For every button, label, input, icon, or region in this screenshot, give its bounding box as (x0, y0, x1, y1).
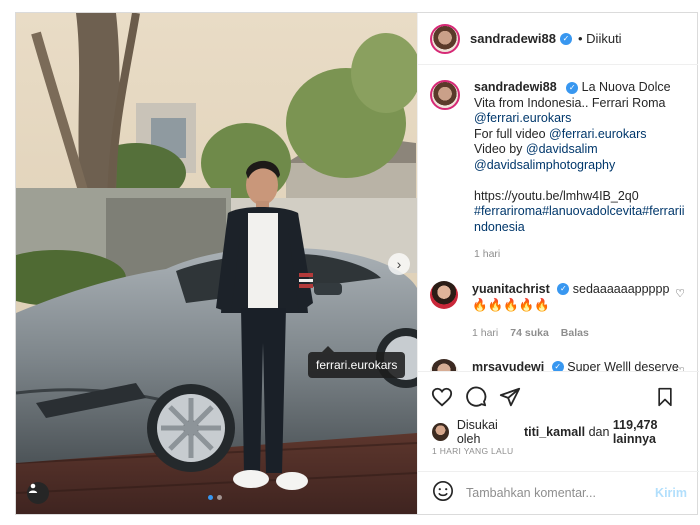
caption-url[interactable]: https://youtu.be/lmhw4IB_2q0 (474, 189, 639, 203)
post-modal: ferrari.eurokars › sandradewi88 ✓ • Diik… (15, 12, 699, 515)
comment-heart-icon[interactable]: ♡ (675, 287, 685, 300)
comment-username[interactable]: yuanitachrist (472, 282, 550, 296)
carousel-dots (208, 495, 222, 500)
caption-hashtags[interactable]: #ferrariroma#lanuovadolcevita#ferrariind… (474, 204, 685, 234)
photo-illustration (16, 13, 417, 514)
comment-icon[interactable] (464, 385, 488, 409)
verified-badge-icon: ✓ (566, 81, 579, 94)
comment-item: mrsayudewi ✓ Super Welll deserve ♡ (430, 358, 687, 372)
carousel-dot-active (208, 495, 213, 500)
follow-status[interactable]: • Diikuti (578, 31, 622, 46)
comment-emojis: 🔥🔥🔥🔥🔥 (472, 297, 550, 312)
comment-body: yuanitachrist ✓ sedaaaaaappppp 🔥🔥🔥🔥🔥 1 h… (472, 281, 682, 341)
post-author-username[interactable]: sandradewi88 (470, 31, 556, 46)
caption: sandradewi88 ✓ La Nuova Dolce Vita from … (430, 80, 687, 263)
comment-text: Super Welll deserve (567, 359, 679, 372)
avatar[interactable] (430, 80, 460, 110)
heart-icon[interactable] (430, 385, 454, 409)
avatar[interactable] (430, 280, 458, 309)
comment-item: yuanitachrist ✓ sedaaaaaappppp 🔥🔥🔥🔥🔥 1 h… (430, 280, 687, 341)
caption-mention[interactable]: @ferrari.eurokars (474, 111, 571, 125)
user-tag-icon[interactable] (27, 482, 49, 504)
likes-prefix: Disukai oleh (456, 418, 498, 446)
follow-status-label: Diikuti (586, 31, 622, 46)
verified-badge-icon: ✓ (551, 361, 564, 371)
caption-username[interactable]: sandradewi88 (474, 80, 557, 94)
comment-text: sedaaaaaappppp (572, 281, 670, 296)
send-icon[interactable] (498, 385, 522, 409)
verified-badge-icon: ✓ (560, 32, 572, 45)
photo-tag[interactable]: ferrari.eurokars (308, 346, 406, 378)
emoji-icon[interactable] (432, 480, 454, 507)
post-comment-button[interactable]: Kirim (655, 486, 687, 500)
caption-mention[interactable]: @davidsalim (526, 142, 598, 156)
carousel-dot (217, 495, 222, 500)
comment-likes[interactable]: 74 suka (510, 325, 549, 341)
comment-username[interactable]: mrsayudewi (472, 360, 544, 372)
avatar[interactable] (430, 23, 460, 54)
avatar[interactable] (432, 423, 449, 441)
post-photo[interactable]: ferrari.eurokars › (16, 13, 417, 514)
caption-time: 1 hari (474, 248, 501, 260)
post-actions (418, 371, 699, 421)
post-side-panel: sandradewi88 ✓ • Diikuti sandradewi88 ✓ … (417, 13, 699, 514)
caption-body: sandradewi88 ✓ La Nuova Dolce Vita from … (474, 80, 687, 263)
comment-body: mrsayudewi ✓ Super Welll deserve (472, 359, 682, 372)
post-date: 1 HARI YANG LALU (432, 446, 514, 456)
comments-list[interactable]: sandradewi88 ✓ La Nuova Dolce Vita from … (418, 66, 699, 371)
next-photo-button[interactable]: › (388, 253, 410, 275)
likes-user[interactable]: titi_kamall (524, 425, 585, 439)
comment-time: 1 hari (472, 326, 499, 339)
comment-meta: 1 hari 74 suka Balas (472, 325, 682, 341)
post-header: sandradewi88 ✓ • Diikuti (418, 13, 698, 65)
comment-input[interactable] (466, 486, 646, 500)
comment-composer: Kirim (418, 471, 699, 514)
bookmark-icon[interactable] (653, 385, 677, 409)
likes-count[interactable]: 119,478 lainnya (613, 418, 698, 446)
caption-line-by: Video by (474, 142, 523, 156)
verified-badge-icon: ✓ (557, 283, 570, 296)
reply-button[interactable]: Balas (561, 325, 589, 341)
caption-mention[interactable]: @davidsalimphotography (474, 158, 615, 172)
avatar[interactable] (430, 358, 458, 371)
caption-line-video: For full video (474, 126, 546, 141)
likes-summary: Disukai oleh titi_kamall dan 119,478 lai… (432, 418, 698, 446)
likes-connector: dan (588, 425, 610, 439)
caption-mention[interactable]: @ferrari.eurokars (549, 127, 646, 141)
